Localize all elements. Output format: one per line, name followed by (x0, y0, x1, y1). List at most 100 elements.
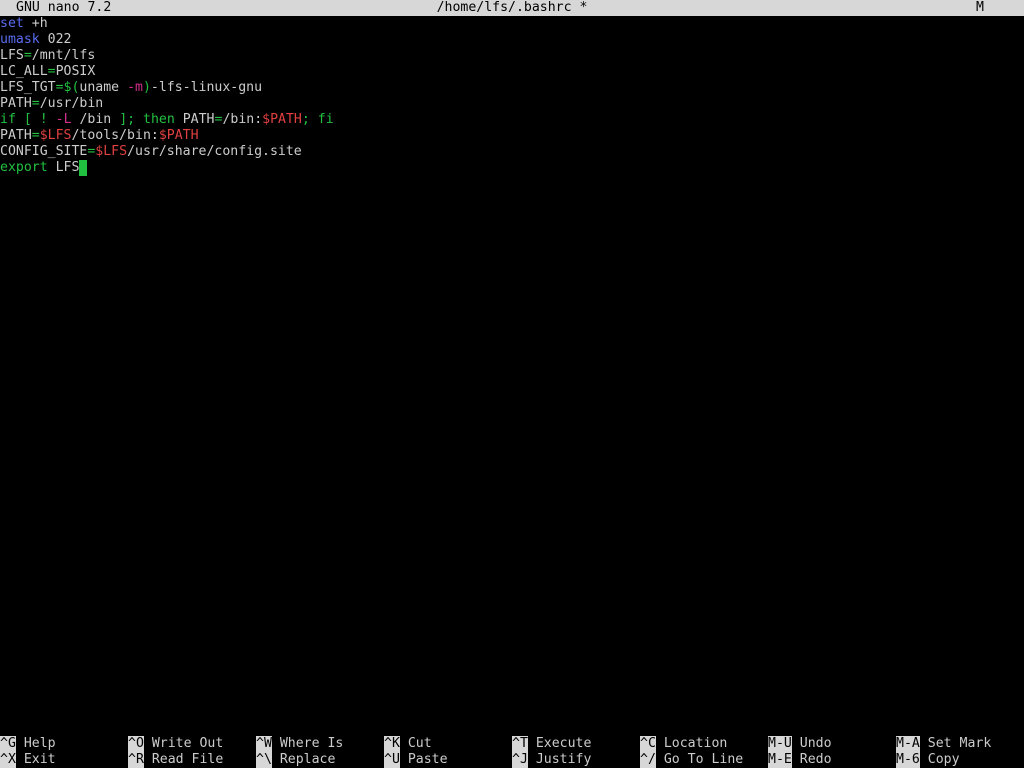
shortcut-go-to-line[interactable]: ^/ Go To Line (640, 752, 743, 768)
shortcut-help[interactable]: ^G Help (0, 736, 56, 752)
code-token: CONFIG_SITE (0, 144, 88, 159)
shortcut-key: ^G (0, 736, 16, 752)
shortcut-read-file[interactable]: ^R Read File (128, 752, 223, 768)
shortcut-label: Cut (407, 736, 432, 751)
code-token: = (47, 64, 56, 79)
shortcut-justify[interactable]: ^J Justify (512, 752, 591, 768)
shortcut-label: Help (23, 736, 56, 751)
code-token: /bin (71, 112, 120, 127)
shortcut-key: M-E (768, 752, 792, 768)
shortcut-label: Where Is (279, 736, 344, 751)
shortcut-label: Set Mark (927, 736, 992, 751)
shortcut-label: Undo (799, 736, 832, 751)
code-line: PATH=/usr/bin (0, 96, 1024, 112)
code-token: LFS (47, 160, 80, 175)
code-token: LFS (0, 48, 24, 63)
title-bar: GNU nano 7.2 /home/lfs/.bashrc * M (0, 0, 1024, 16)
code-line: export LFS (0, 160, 1024, 176)
code-token: $PATH (158, 128, 199, 143)
code-token: $( (63, 80, 80, 95)
code-token: LC_ALL (0, 64, 48, 79)
shortcut-label: Copy (927, 752, 960, 767)
code-token: [ (23, 112, 32, 127)
shortcut-label: Paste (407, 752, 448, 767)
shortcut-location[interactable]: ^C Location (640, 736, 727, 752)
code-line: LFS_TGT=$(uname -m)-lfs-linux-gnu (0, 80, 1024, 96)
code-token: POSIX (55, 64, 96, 79)
code-token: /tools/bin: (71, 128, 159, 143)
code-token: ) (142, 80, 151, 95)
code-token: fi (317, 112, 334, 127)
code-token: 022 (39, 32, 72, 47)
code-token: +h (23, 16, 48, 31)
code-token: -lfs-linux-gnu (150, 80, 263, 95)
code-token: then (143, 112, 175, 127)
shortcut-bar: ^G Help ^O Write Out ^W Where Is ^K Cut … (0, 736, 1024, 768)
code-token: ; (301, 112, 310, 127)
code-token: PATH (174, 112, 215, 127)
code-token: -m (127, 80, 143, 95)
modified-indicator: M (976, 0, 984, 15)
shortcut-label: Execute (535, 736, 592, 751)
shortcut-key: ^\ (256, 752, 272, 768)
shortcut-key: ^K (384, 736, 400, 752)
code-token: /usr/bin (39, 96, 104, 111)
code-token: /usr/share/config.site (127, 144, 302, 159)
code-token: = (55, 80, 64, 95)
code-token: LFS_TGT (0, 80, 56, 95)
code-line: PATH=$LFS/tools/bin:$PATH (0, 128, 1024, 144)
code-token: = (23, 48, 32, 63)
text-cursor (79, 160, 88, 176)
shortcut-copy[interactable]: M-6 Copy (896, 752, 960, 768)
code-token: umask (0, 32, 40, 47)
file-path: /home/lfs/.bashrc * (436, 0, 588, 15)
code-token: = (31, 128, 40, 143)
shortcut-key: ^/ (640, 752, 656, 768)
code-token: ]; (119, 112, 136, 127)
code-token: ! (39, 112, 48, 127)
code-line: LFS=/mnt/lfs (0, 48, 1024, 64)
code-token: PATH (0, 128, 32, 143)
shortcut-label: Redo (799, 752, 832, 767)
shortcut-write-out[interactable]: ^O Write Out (128, 736, 223, 752)
shortcut-label: Location (663, 736, 728, 751)
code-line: CONFIG_SITE=$LFS/usr/share/config.site (0, 144, 1024, 160)
shortcut-label: Replace (279, 752, 336, 767)
code-token: $LFS (95, 144, 128, 159)
code-token: /mnt/lfs (31, 48, 96, 63)
shortcut-redo[interactable]: M-E Redo (768, 752, 832, 768)
shortcut-key: ^U (384, 752, 400, 768)
shortcut-label: Write Out (151, 736, 224, 751)
code-token: /bin: (222, 112, 263, 127)
shortcut-key: M-U (768, 736, 792, 752)
shortcut-paste[interactable]: ^U Paste (384, 752, 448, 768)
code-line: LC_ALL=POSIX (0, 64, 1024, 80)
shortcut-cut[interactable]: ^K Cut (384, 736, 432, 752)
shortcut-label: Read File (151, 752, 224, 767)
shortcut-where-is[interactable]: ^W Where Is (256, 736, 343, 752)
code-token: if (0, 112, 16, 127)
code-token: export (0, 160, 48, 175)
shortcut-exit[interactable]: ^X Exit (0, 752, 56, 768)
code-token: PATH (0, 96, 32, 111)
shortcut-execute[interactable]: ^T Execute (512, 736, 591, 752)
code-line: if [ ! -L /bin ]; then PATH=/bin:$PATH; … (0, 112, 1024, 128)
shortcut-key: ^W (256, 736, 272, 752)
shortcut-key: ^X (0, 752, 16, 768)
shortcut-undo[interactable]: M-U Undo (768, 736, 832, 752)
shortcut-set-mark[interactable]: M-A Set Mark (896, 736, 991, 752)
shortcut-label: Justify (535, 752, 592, 767)
shortcut-key: ^J (512, 752, 528, 768)
code-token: uname (79, 80, 128, 95)
code-line: set +h (0, 16, 1024, 32)
shortcut-key: ^R (128, 752, 144, 768)
shortcut-label: Go To Line (663, 752, 744, 767)
code-token: = (31, 96, 40, 111)
shortcut-replace[interactable]: ^\ Replace (256, 752, 335, 768)
editor-area[interactable]: set +h umask 022 LFS=/mnt/lfs LC_ALL=POSIX L… (0, 16, 1024, 736)
